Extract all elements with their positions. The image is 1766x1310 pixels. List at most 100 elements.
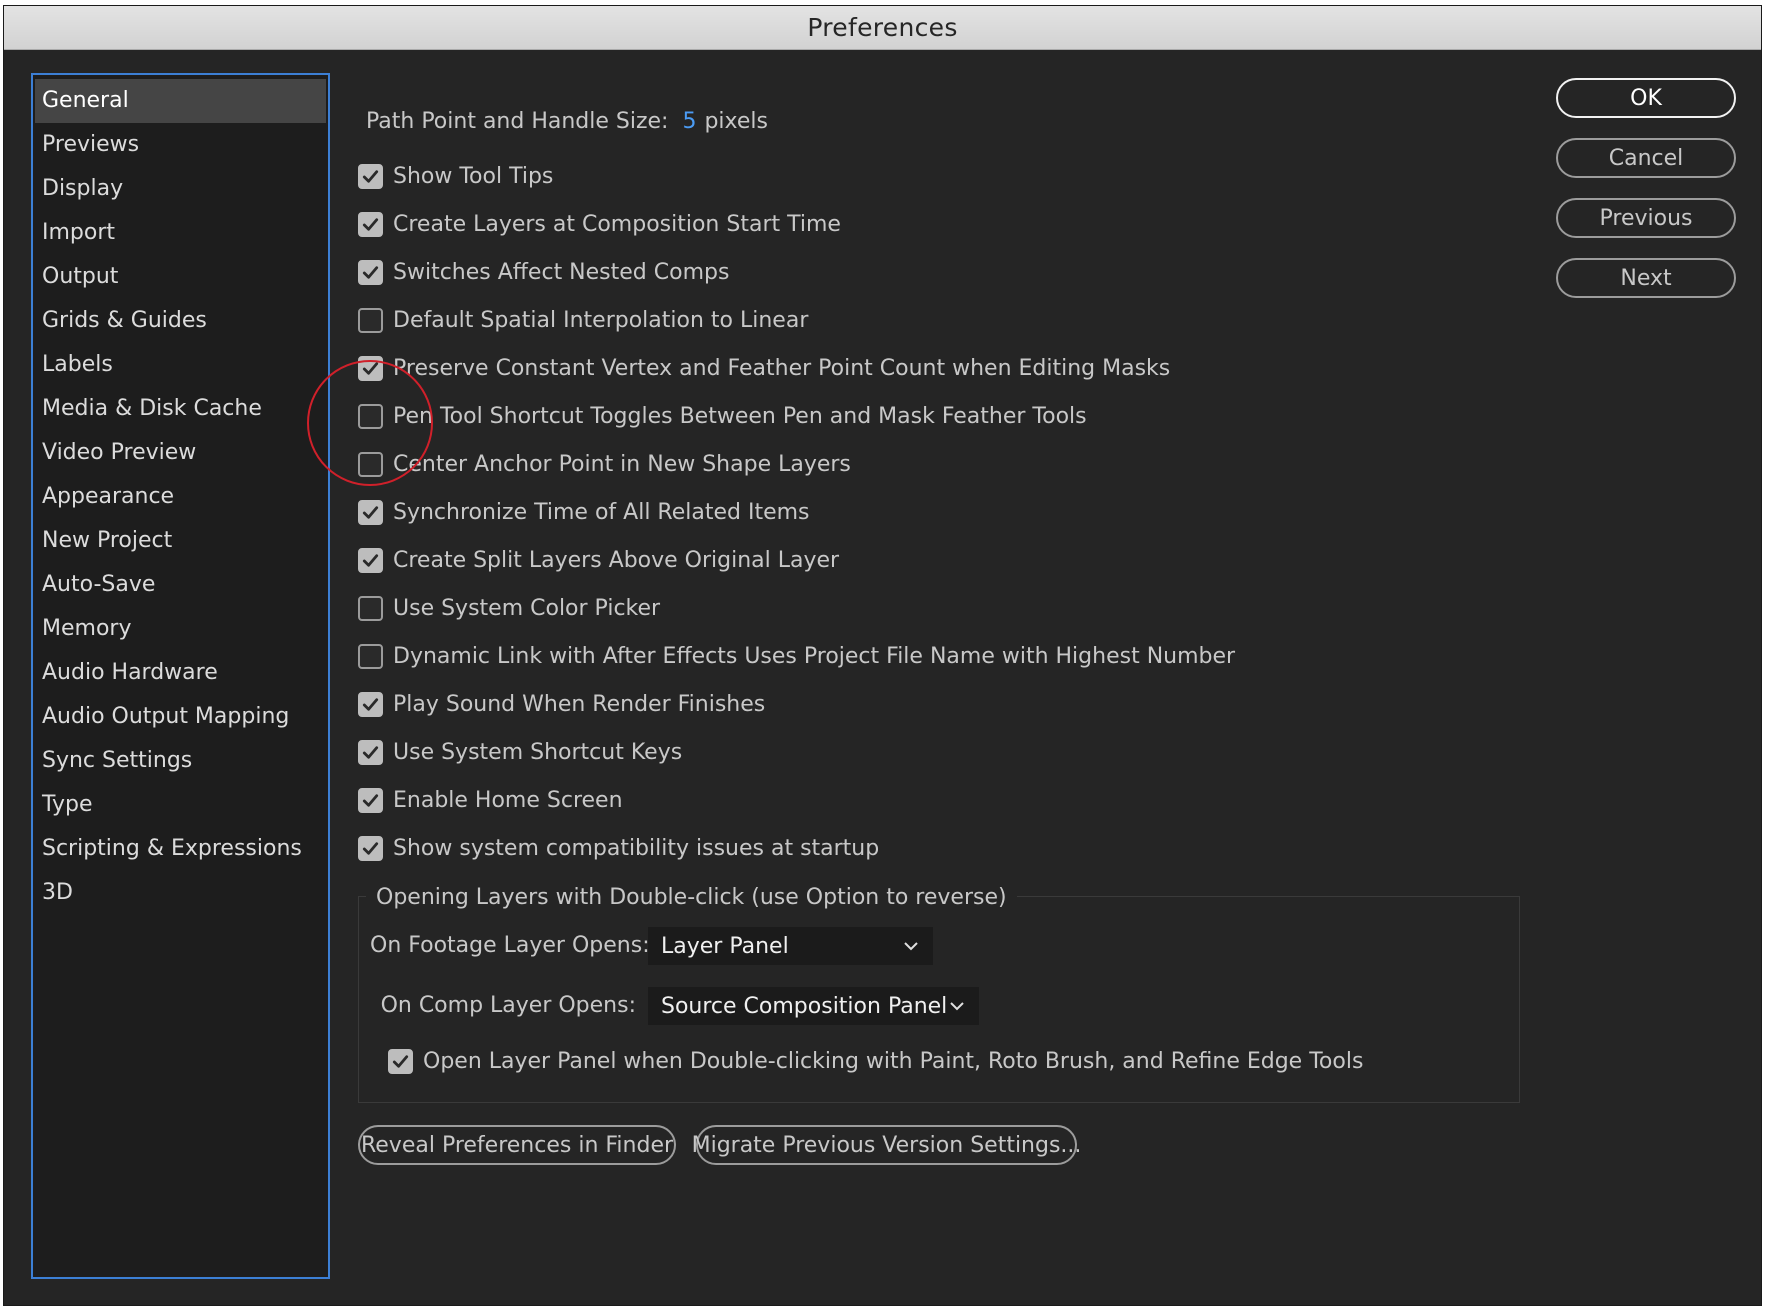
path-point-size-value[interactable]: 5 [682,109,696,134]
sidebar-item-memory[interactable]: Memory [33,607,328,651]
checkbox[interactable] [358,787,383,813]
sidebar-item-audio-hardware[interactable]: Audio Hardware [33,651,328,695]
sidebar-item-3d[interactable]: 3D [33,871,328,915]
reveal-preferences-button[interactable]: Reveal Preferences in Finder [358,1125,676,1165]
general-checkbox-row[interactable]: Default Spatial Interpolation to Linear [358,305,808,335]
path-point-size-label: Path Point and Handle Size: [366,108,669,134]
sidebar-item-appearance[interactable]: Appearance [33,475,328,519]
path-point-size-row: Path Point and Handle Size: 5 pixels [366,106,768,136]
general-checkbox-row[interactable]: Preserve Constant Vertex and Feather Poi… [358,353,1170,383]
general-checkbox-row[interactable]: Use System Color Picker [358,593,660,623]
checkbox-label: Center Anchor Point in New Shape Layers [393,451,851,477]
sidebar-item-media-disk-cache[interactable]: Media & Disk Cache [33,387,328,431]
checkbox[interactable] [358,163,383,189]
checkbox[interactable] [358,451,383,477]
checkmark-icon [362,361,379,375]
general-checkbox-row[interactable]: Synchronize Time of All Related Items [358,497,810,527]
checkmark-icon [362,169,379,183]
checkbox[interactable] [358,835,383,861]
sidebar-item-auto-save[interactable]: Auto-Save [33,563,328,607]
checkmark-icon [362,265,379,279]
checkbox-label: Enable Home Screen [393,787,623,813]
sidebar-item-import[interactable]: Import [33,211,328,255]
checkmark-icon [362,841,379,855]
sidebar-item-sync-settings[interactable]: Sync Settings [33,739,328,783]
sidebar-item-grids-guides[interactable]: Grids & Guides [33,299,328,343]
checkbox[interactable] [358,595,383,621]
opening-layers-group-title: Opening Layers with Double-click (use Op… [366,885,1017,910]
checkbox-label: Synchronize Time of All Related Items [393,499,810,525]
general-checkbox-row[interactable]: Show Tool Tips [358,161,553,191]
general-checkbox-row[interactable]: Center Anchor Point in New Shape Layers [358,449,851,479]
checkbox-label: Preserve Constant Vertex and Feather Poi… [393,355,1171,381]
footage-layer-opens-dropdown[interactable]: Layer Panel [648,927,933,965]
sidebar-item-output[interactable]: Output [33,255,328,299]
migrate-settings-button[interactable]: Migrate Previous Version Settings... [692,1125,1081,1165]
checkmark-icon [392,1054,409,1068]
checkbox-label: Play Sound When Render Finishes [393,691,766,717]
checkmark-icon [362,745,379,759]
checkbox[interactable] [358,307,383,333]
next-button[interactable]: Next [1556,258,1736,298]
comp-layer-opens-dropdown[interactable]: Source Composition Panel [648,987,979,1025]
checkbox[interactable] [358,499,383,525]
general-checkbox-row[interactable]: Show system compatibility issues at star… [358,833,879,863]
footage-layer-opens-value: Layer Panel [661,933,789,959]
checkbox-label: Pen Tool Shortcut Toggles Between Pen an… [393,403,1087,429]
sidebar-item-previews[interactable]: Previews [33,123,328,167]
checkmark-icon [362,217,379,231]
checkbox-label: Create Layers at Composition Start Time [393,211,841,237]
general-checkbox-row[interactable]: Play Sound When Render Finishes [358,689,765,719]
comp-layer-opens-value: Source Composition Panel [661,993,948,1019]
checkbox-label: Dynamic Link with After Effects Uses Pro… [393,643,1236,669]
previous-button[interactable]: Previous [1556,198,1736,238]
title-bar: Preferences [4,6,1761,50]
footage-layer-opens-label: On Footage Layer Opens: [370,933,650,958]
open-layer-panel-row[interactable]: Open Layer Panel when Double-clicking wi… [388,1046,1363,1076]
open-layer-panel-label: Open Layer Panel when Double-clicking wi… [423,1048,1364,1074]
checkbox[interactable] [358,403,383,429]
checkbox[interactable] [358,739,383,765]
ok-button[interactable]: OK [1556,78,1736,118]
preferences-category-list: General Previews Display Import Output G… [31,73,330,1279]
sidebar-item-general[interactable]: General [35,79,326,123]
comp-layer-opens-label: On Comp Layer Opens: [380,993,636,1018]
checkbox[interactable] [358,547,383,573]
checkbox-label: Switches Affect Nested Comps [393,259,730,285]
sidebar-item-labels[interactable]: Labels [33,343,328,387]
sidebar-item-type[interactable]: Type [33,783,328,827]
sidebar-item-audio-output-mapping[interactable]: Audio Output Mapping [33,695,328,739]
checkbox-label: Show Tool Tips [393,163,554,189]
general-checkbox-row[interactable]: Dynamic Link with After Effects Uses Pro… [358,641,1235,671]
checkbox[interactable] [358,355,383,381]
checkmark-icon [362,697,379,711]
checkbox-label: Show system compatibility issues at star… [393,835,880,861]
checkbox[interactable] [358,691,383,717]
general-checkbox-row[interactable]: Pen Tool Shortcut Toggles Between Pen an… [358,401,1087,431]
chevron-down-icon [950,1002,964,1011]
checkmark-icon [362,553,379,567]
sidebar-item-new-project[interactable]: New Project [33,519,328,563]
checkmark-icon [362,793,379,807]
sidebar-item-video-preview[interactable]: Video Preview [33,431,328,475]
window-title: Preferences [807,13,958,42]
checkbox-label: Use System Shortcut Keys [393,739,683,765]
sidebar-item-scripting-expressions[interactable]: Scripting & Expressions [33,827,328,871]
checkbox[interactable] [388,1048,413,1074]
general-checkbox-row[interactable]: Create Split Layers Above Original Layer [358,545,839,575]
checkmark-icon [362,505,379,519]
checkbox-label: Create Split Layers Above Original Layer [393,547,840,573]
general-checkbox-row[interactable]: Create Layers at Composition Start Time [358,209,841,239]
checkbox[interactable] [358,643,383,669]
chevron-down-icon [904,942,918,951]
general-checkbox-row[interactable]: Switches Affect Nested Comps [358,257,729,287]
general-checkbox-row[interactable]: Enable Home Screen [358,785,623,815]
checkbox[interactable] [358,259,383,285]
sidebar-item-display[interactable]: Display [33,167,328,211]
general-checkbox-row[interactable]: Use System Shortcut Keys [358,737,682,767]
path-point-size-unit: pixels [704,108,768,134]
checkbox-label: Use System Color Picker [393,595,661,621]
checkbox[interactable] [358,211,383,237]
cancel-button[interactable]: Cancel [1556,138,1736,178]
checkbox-label: Default Spatial Interpolation to Linear [393,307,809,333]
